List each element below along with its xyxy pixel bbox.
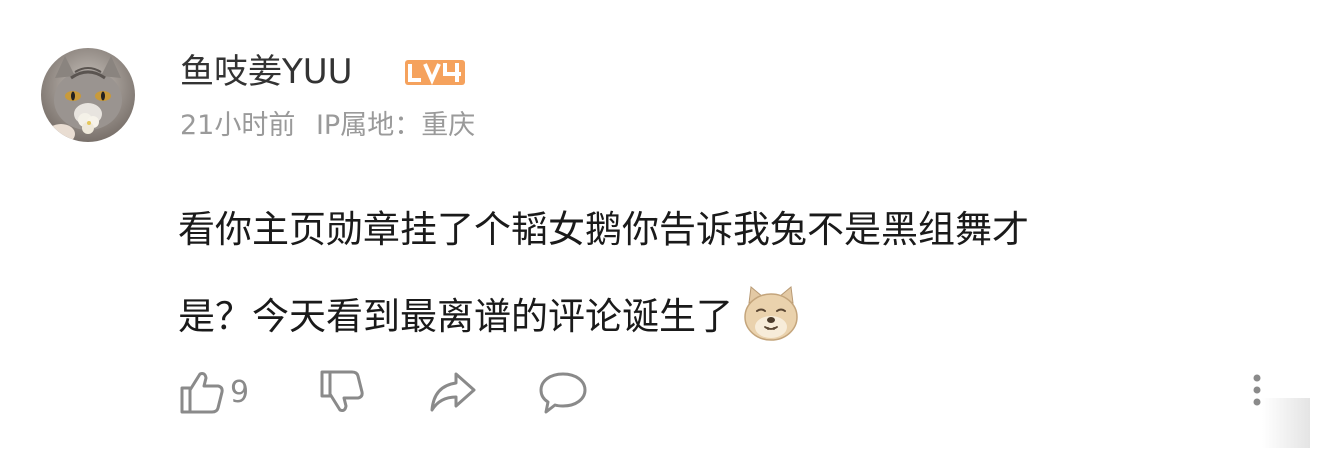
- like-count: 9: [230, 374, 250, 410]
- level-badge-icon: [405, 60, 465, 85]
- reply-button[interactable]: [538, 367, 588, 417]
- thumbs-down-icon: [320, 370, 364, 412]
- comment-content-line-2: 是？今天看到最离谱的评论诞生了: [178, 273, 1238, 360]
- chat-bubble-icon: [539, 372, 587, 414]
- thumbs-up-icon: [180, 372, 224, 414]
- doge-dog-emoji-icon: [741, 283, 801, 343]
- cat-avatar-image: [41, 48, 135, 142]
- avatar[interactable]: [41, 48, 135, 142]
- username[interactable]: 鱼吱姜YUU: [180, 50, 353, 94]
- comment-actions: 9: [0, 360, 1319, 430]
- scroll-edge-shadow: [1262, 398, 1310, 448]
- share-arrow-icon: [430, 372, 476, 412]
- level-badge: [405, 60, 465, 85]
- post-time: 21小时前: [180, 110, 296, 141]
- share-button[interactable]: [428, 367, 478, 417]
- dislike-button[interactable]: [318, 367, 366, 417]
- like-button[interactable]: 9: [178, 367, 249, 417]
- comment-content: 看你主页勋章挂了个韬女鹅你告诉我兔不是黑组舞才 是？今天看到最离谱的评论诞生了: [178, 186, 1238, 360]
- comment-content-line-1: 看你主页勋章挂了个韬女鹅你告诉我兔不是黑组舞才: [178, 208, 1029, 251]
- comment-meta: 21小时前 IP属地：重庆: [180, 108, 475, 144]
- ip-location: IP属地：重庆: [315, 110, 476, 141]
- comment-content-line-2-text: 是？今天看到最离谱的评论诞生了: [178, 295, 733, 338]
